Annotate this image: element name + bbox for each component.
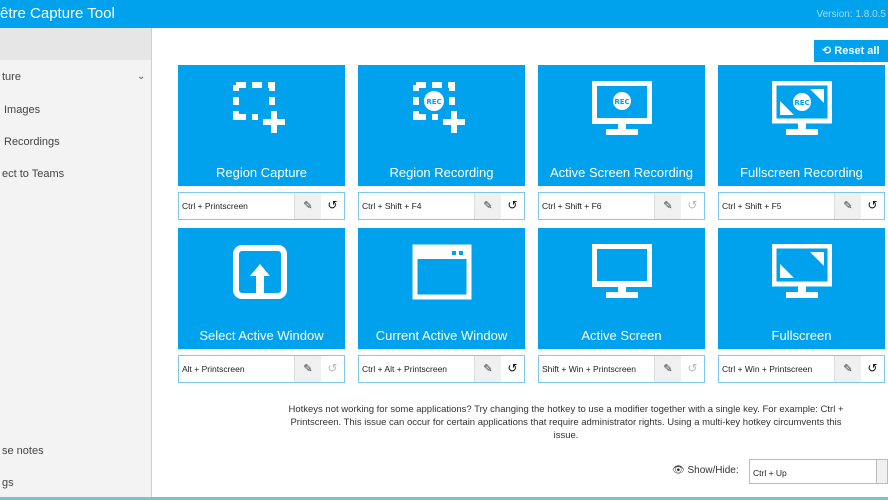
undo-icon[interactable]: ↺ (681, 356, 704, 382)
tile-region-recording[interactable]: REC Region Recording (358, 65, 525, 186)
svg-text:REC: REC (426, 98, 441, 106)
hotkey-value: Shift + Win + Printscreen (542, 364, 637, 374)
hotkey-field-fullscreen[interactable]: Ctrl + Win + Printscreen ✎ ↺ (718, 355, 885, 383)
hotkey-field-current-active-window[interactable]: Ctrl + Alt + Printscreen ✎ ↺ (358, 355, 525, 383)
sidebar-item-settings[interactable]: gs (2, 477, 14, 489)
svg-text:REC: REC (794, 99, 809, 107)
hotkey-field-region-capture[interactable]: Ctrl + Printscreen ✎ ↺ (178, 192, 345, 220)
tile-label: Active Screen Recording (549, 165, 694, 180)
current-active-window-icon (412, 244, 471, 300)
tile-label: Fullscreen Recording (740, 165, 863, 180)
reset-icon: ⟲ (822, 45, 832, 57)
region-capture-icon (232, 82, 285, 133)
undo-icon[interactable]: ↺ (861, 193, 884, 219)
pencil-icon[interactable]: ✎ (294, 193, 321, 219)
tile-fullscreen[interactable]: Fullscreen (718, 228, 885, 349)
show-hide-label: Show/Hide: (687, 465, 739, 476)
pencil-icon[interactable]: ✎ (834, 356, 861, 382)
hotkey-value: Alt + Printscreen (182, 364, 245, 374)
tile-active-screen[interactable]: Active Screen (538, 228, 705, 349)
fullscreen-icon (771, 244, 832, 298)
version-label: Version: 1.8.0.5 (816, 9, 887, 20)
tile-active-screen-recording[interactable]: REC Active Screen Recording (538, 65, 705, 186)
pencil-icon[interactable]: ✎ (474, 356, 501, 382)
tile-current-active-window[interactable]: Current Active Window (358, 228, 525, 349)
hotkey-field-active-screen-recording[interactable]: Ctrl + Shift + F6 ✎ ↺ (538, 192, 705, 220)
tile-label: Region Recording (389, 165, 494, 180)
pencil-icon[interactable]: ✎ (834, 193, 861, 219)
chevron-down-icon[interactable]: ⌄ (137, 71, 145, 82)
sidebar-item-connect-teams[interactable]: ect to Teams (2, 168, 64, 180)
tile-label: Current Active Window (375, 328, 508, 343)
sidebar-item-selected[interactable] (0, 28, 151, 60)
sidebar-item-images[interactable]: Images (4, 104, 40, 116)
select-active-window-icon (232, 245, 287, 299)
undo-icon[interactable]: ↺ (501, 356, 524, 382)
hotkey-value: Ctrl + Alt + Printscreen (362, 364, 448, 374)
pencil-icon[interactable]: ✎ (654, 356, 681, 382)
region-recording-icon: REC (412, 82, 465, 133)
sidebar-item-recordings[interactable]: Recordings (4, 136, 60, 148)
hotkey-value: Ctrl + Shift + F4 (362, 201, 422, 211)
show-hide-label-group: 👁 Show/Hide: (672, 465, 739, 476)
undo-icon[interactable]: ↺ (321, 356, 344, 382)
hotkey-field-region-recording[interactable]: Ctrl + Shift + F4 ✎ ↺ (358, 192, 525, 220)
undo-icon[interactable]: ↺ (321, 193, 344, 219)
tile-label: Select Active Window (199, 328, 324, 343)
active-screen-recording-icon: REC (591, 81, 652, 135)
svg-text:REC: REC (614, 98, 629, 106)
title-bar: être Capture Tool Version: 1.8.0.5 (0, 0, 888, 28)
hotkey-field-select-active-window[interactable]: Alt + Printscreen ✎ ↺ (178, 355, 345, 383)
active-screen-icon (591, 244, 652, 298)
hotkey-note: Hotkeys not working for some application… (288, 404, 844, 441)
sidebar-item-release-notes[interactable]: se notes (2, 445, 44, 457)
show-hide-edit-button[interactable] (876, 459, 888, 484)
reset-all-label: Reset all (834, 45, 880, 57)
tile-region-capture[interactable]: Region Capture (178, 65, 345, 186)
hotkey-field-fullscreen-recording[interactable]: Ctrl + Shift + F5 ✎ ↺ (718, 192, 885, 220)
pencil-icon[interactable]: ✎ (294, 356, 321, 382)
tile-fullscreen-recording[interactable]: REC Fullscreen Recording (718, 65, 885, 186)
undo-icon[interactable]: ↺ (861, 356, 884, 382)
hotkey-value: Ctrl + Win + Printscreen (722, 364, 813, 374)
fullscreen-recording-icon: REC (771, 81, 832, 135)
eye-icon: 👁 (672, 465, 685, 476)
undo-icon[interactable]: ↺ (501, 193, 524, 219)
show-hide-hotkey-input[interactable]: Ctrl + Up (749, 459, 877, 484)
hotkey-value: Ctrl + Shift + F6 (542, 201, 602, 211)
tile-label: Fullscreen (771, 328, 832, 343)
tile-label: Region Capture (215, 165, 308, 180)
reset-all-button[interactable]: ⟲ Reset all (814, 40, 888, 62)
app-title: être Capture Tool (0, 5, 115, 22)
undo-icon[interactable]: ↺ (681, 193, 704, 219)
pencil-icon[interactable]: ✎ (654, 193, 681, 219)
hotkey-field-active-screen[interactable]: Shift + Win + Printscreen ✎ ↺ (538, 355, 705, 383)
sidebar-item-capture[interactable]: ture (2, 71, 21, 83)
hotkey-value: Ctrl + Shift + F5 (722, 201, 782, 211)
pencil-icon[interactable]: ✎ (474, 193, 501, 219)
tile-select-active-window[interactable]: Select Active Window (178, 228, 345, 349)
sidebar: ture ⌄ Images Recordings ect to Teams se… (0, 28, 152, 498)
hotkey-value: Ctrl + Printscreen (182, 201, 248, 211)
tile-label: Active Screen (581, 328, 662, 343)
